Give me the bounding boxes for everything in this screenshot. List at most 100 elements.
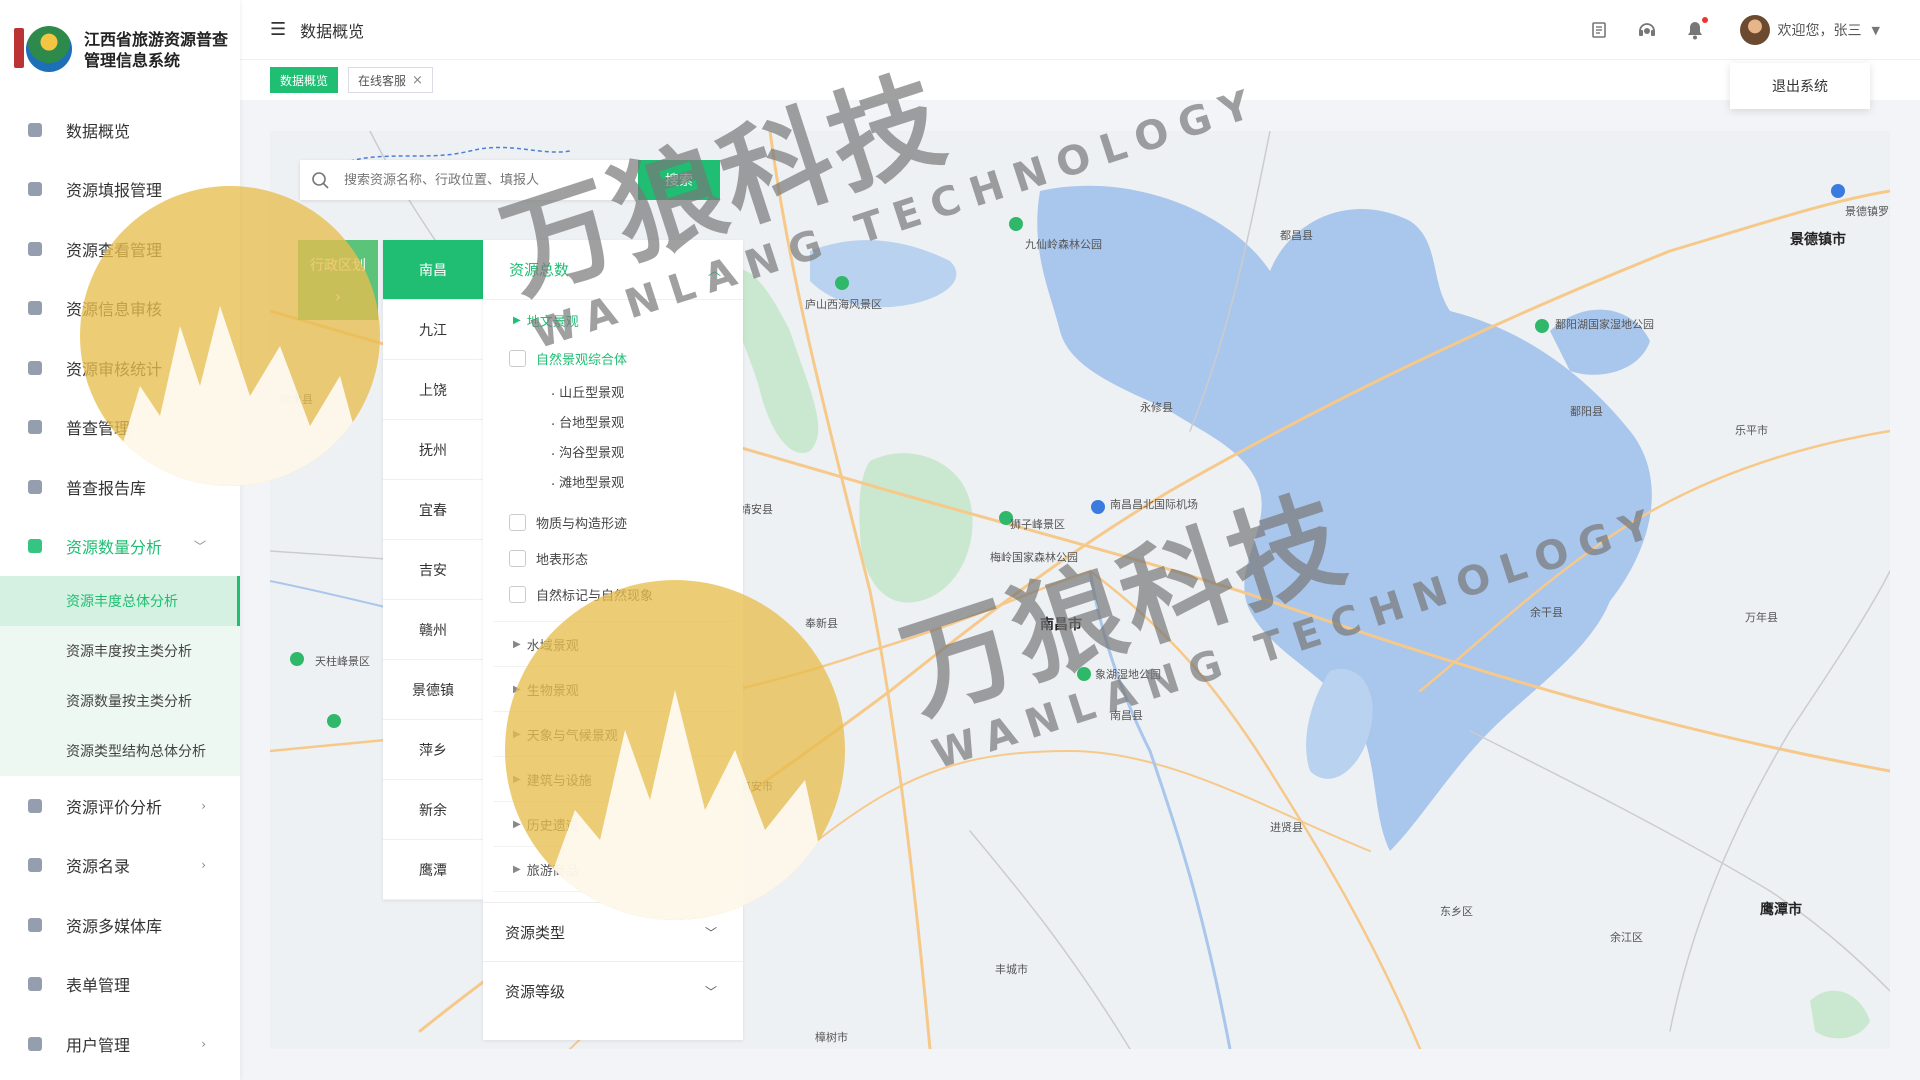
sidebar-item[interactable]: 资源评价分析 ›	[0, 776, 240, 836]
submenu-item[interactable]: 资源丰度按主类分析	[0, 626, 240, 676]
sidebar-nav: 数据概览 资源填报管理 资源查看管理 资源信息审核 资源审核统计 普查管理 普查报告库 资源数…	[0, 100, 240, 1074]
checkbox-label: 地表形态	[536, 552, 589, 568]
checkbox-icon[interactable]	[509, 585, 526, 603]
sidebar: 江西省旅游资源普查 管理信息系统 数据概览 资源填报管理 资源查看管理 资源信息审核资…	[0, 0, 240, 1080]
filter-subitem[interactable]: 滩地型景观	[483, 466, 743, 496]
subitem-label: 山丘型景观	[559, 385, 625, 401]
city-item[interactable]: 萍乡	[383, 720, 483, 780]
close-icon[interactable]: ×	[412, 73, 423, 88]
filter-checkbox[interactable]: 物质与构造形迹	[483, 504, 743, 540]
filter-checkbox[interactable]: 自然标记与自然现象	[483, 576, 743, 612]
filter-category-open[interactable]: ▶ 地文景观	[493, 300, 733, 340]
filter-category[interactable]: ▶ 天象与气候景观	[493, 712, 733, 757]
welcome-text[interactable]: 欢迎您，张三	[1778, 20, 1862, 40]
tab-data-overview[interactable]: 数据概览	[270, 67, 339, 93]
map-label: 庐山西海风景区	[805, 298, 882, 311]
checkbox-icon[interactable]	[509, 549, 526, 567]
pie-chart-icon	[24, 357, 46, 379]
filter-subitem[interactable]: 台地型景观	[483, 406, 743, 436]
city-item[interactable]: 景德镇	[383, 660, 483, 720]
sidebar-item[interactable]: 资源审核统计	[0, 338, 240, 398]
map-label: 余干县	[1530, 606, 1563, 619]
filter-category-label: 生物景观	[526, 683, 579, 699]
tab-online-service[interactable]: 在线客服 ×	[348, 67, 433, 93]
chevron-up-icon[interactable]: ︿	[708, 260, 721, 279]
logo-area: 江西省旅游资源普查 管理信息系统	[0, 0, 240, 100]
customer-service-icon[interactable]	[1636, 19, 1658, 41]
sidebar-item[interactable]: 资源查看管理	[0, 219, 240, 279]
filter-category[interactable]: ▶ 水域景观	[493, 622, 733, 667]
sidebar-item[interactable]: 资源多媒体库	[0, 895, 240, 955]
sidebar-item[interactable]: 资源填报管理	[0, 160, 240, 220]
city-item[interactable]: 上饶	[383, 360, 483, 420]
city-item[interactable]: 九江	[383, 300, 483, 360]
filter-subitem[interactable]: 沟谷型景观	[483, 436, 743, 466]
map-label: 南昌县	[1110, 709, 1143, 722]
sidebar-item-label: 资源多媒体库	[66, 916, 163, 936]
books-icon	[24, 476, 46, 498]
logout-menu-item[interactable]: 退出系统	[1730, 63, 1870, 109]
notification-dot	[1701, 17, 1708, 23]
sidebar-item[interactable]: 普查报告库	[0, 457, 240, 517]
submenu-item[interactable]: 资源数量按主类分析	[0, 676, 240, 726]
tab-bar: 数据概览 在线客服 ×	[240, 60, 1920, 100]
chevron-down-icon[interactable]: ﹀	[705, 924, 717, 941]
city-item[interactable]: 赣州	[383, 600, 483, 660]
city-item[interactable]: 南昌	[383, 240, 483, 300]
document-icon[interactable]	[1588, 19, 1610, 41]
city-item[interactable]: 吉安	[383, 540, 483, 600]
user-check-icon	[24, 297, 46, 319]
filter-checkbox[interactable]: 地表形态	[483, 540, 743, 576]
sidebar-item[interactable]: 资源数量分析 ﹀	[0, 517, 240, 577]
search-button[interactable]: 搜索	[638, 160, 720, 200]
filter-checkbox[interactable]: 自然景观综合体	[483, 340, 743, 376]
region-toggle-button[interactable]: 行政区划 ›	[298, 240, 378, 320]
filter-category[interactable]: ▶ 生物景观	[493, 667, 733, 712]
city-item[interactable]: 抚州	[383, 420, 483, 480]
checkbox-icon[interactable]	[509, 349, 526, 367]
filter-category[interactable]: ▶ 旅游商品	[493, 847, 733, 892]
sidebar-item[interactable]: 普查管理	[0, 398, 240, 458]
menu-collapse-icon[interactable]: ☰	[270, 19, 286, 40]
sidebar-item-label: 资源数量分析	[66, 538, 163, 558]
chevron-down-icon[interactable]: ﹀	[705, 983, 717, 1000]
sidebar-item[interactable]: 资源名录 ›	[0, 836, 240, 896]
filter-subitem[interactable]: 山丘型景观	[483, 376, 743, 406]
sidebar-item[interactable]: 资源信息审核	[0, 279, 240, 339]
city-item[interactable]: 宜春	[383, 480, 483, 540]
city-list: 南昌 九江 上饶 抚州 宜春 吉安 赣州 景德镇 萍乡 新余 鹰潭	[383, 240, 483, 900]
city-item[interactable]: 新余	[383, 780, 483, 840]
triangle-right-icon: ▶	[513, 683, 521, 695]
filter-category[interactable]: ▶ 建筑与设施	[493, 757, 733, 802]
map-label: 樟树市	[815, 1031, 848, 1044]
subitem-label: 台地型景观	[559, 415, 625, 431]
filter-category[interactable]: ▶ 历史遗迹	[493, 802, 733, 847]
map-label: 修水县	[280, 393, 313, 406]
sidebar-item[interactable]: 表单管理	[0, 955, 240, 1015]
submenu-item[interactable]: 资源类型结构总体分析	[0, 726, 240, 776]
caret-down-icon[interactable]: ▼	[1872, 24, 1880, 37]
sidebar-item-label: 资源信息审核	[66, 300, 163, 320]
sidebar-item-label: 普查管理	[66, 419, 131, 439]
city-item[interactable]: 鹰潭	[383, 840, 483, 900]
map-label: 进贤县	[1270, 821, 1303, 834]
filter-panel-header[interactable]: 资源总数 ︿	[483, 240, 743, 300]
bell-icon[interactable]	[1684, 17, 1708, 41]
avatar[interactable]	[1739, 15, 1770, 45]
map-label: 景德镇罗家机场	[1845, 205, 1890, 218]
filter-section-resource-type[interactable]: 资源类型 ﹀	[483, 902, 743, 961]
breadcrumb: 数据概览	[300, 21, 365, 41]
sidebar-item[interactable]: 数据概览	[0, 100, 240, 160]
filter-category-label: 历史遗迹	[526, 818, 579, 834]
filter-panel: 资源总数 ︿ ▶ 地文景观 自然景观综合体 山丘型景观台地型景观沟谷型景观滩地型…	[483, 240, 743, 1040]
checkbox-icon[interactable]	[509, 513, 526, 531]
map-label: 南昌昌北国际机场	[1110, 498, 1198, 511]
search-input[interactable]	[340, 172, 630, 188]
map-label: 象湖湿地公园	[1095, 668, 1161, 681]
triangle-down-icon: ▶	[513, 314, 521, 326]
filter-section-resource-level[interactable]: 资源等级 ﹀	[483, 961, 743, 1020]
filter-category-label: 地文景观	[526, 314, 579, 330]
submenu-item[interactable]: 资源丰度总体分析	[0, 576, 240, 626]
filter-categories: ▶ 水域景观 ▶ 生物景观 ▶ 天象与气候景观 ▶ 建筑与设施 ▶ 历史遗迹 ▶ 旅游商品	[483, 622, 743, 892]
sidebar-item[interactable]: 用户管理 ›	[0, 1014, 240, 1074]
